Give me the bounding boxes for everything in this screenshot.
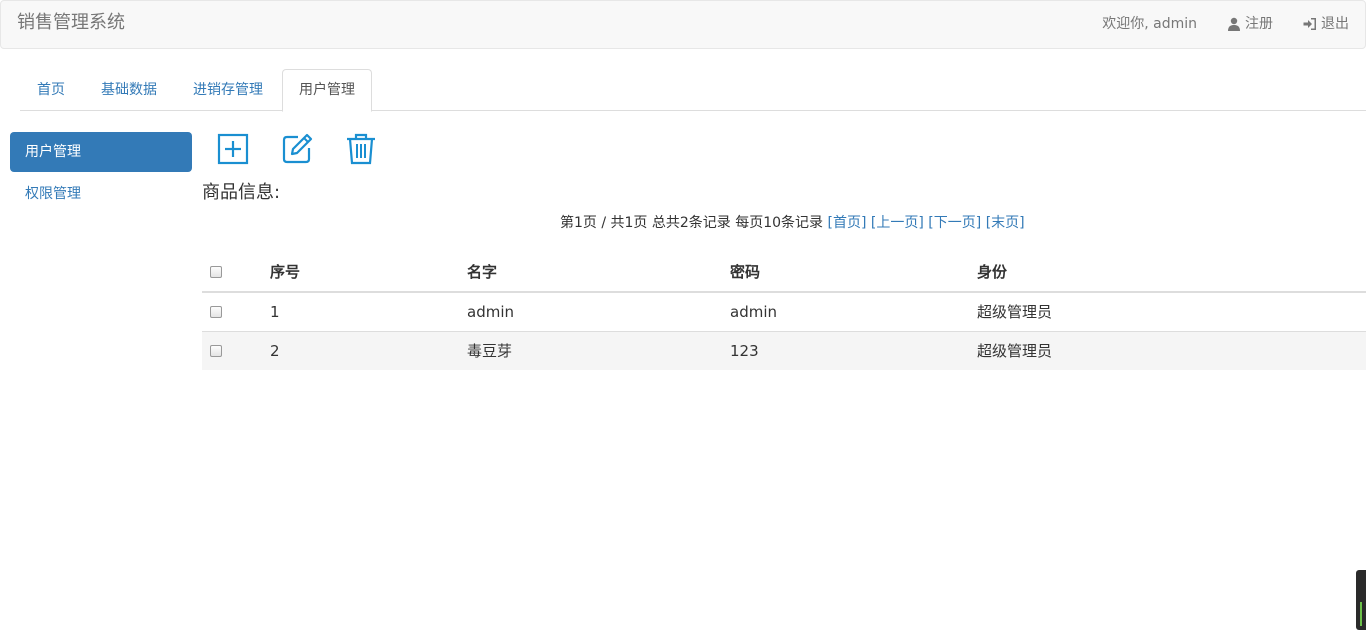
tab-basic-data[interactable]: 基础数据 [84,69,174,111]
sidebar-item-users[interactable]: 用户管理 [10,132,192,172]
user-icon [1228,17,1240,31]
welcome-text: 欢迎你, admin [1102,15,1197,33]
user-table-container: 序号 名字 密码 身份 1 admin admin 超级管理员 2 毒豆芽 12… [202,252,1366,370]
welcome-label: 欢迎你, admin [1102,16,1197,32]
pager-next-link[interactable]: [下一页] [928,215,981,231]
header-name: 名字 [459,252,722,293]
edit-icon[interactable] [280,132,314,166]
pager-last-link[interactable]: [末页] [986,215,1025,231]
tab-user-management[interactable]: 用户管理 [282,69,372,112]
cell-seq: 2 [262,330,459,370]
table-header-row: 序号 名字 密码 身份 [202,252,1366,293]
add-icon[interactable] [216,132,250,166]
sidebar: 用户管理 权限管理 [10,132,192,216]
main-tabs: 首页 基础数据 进销存管理 用户管理 [20,69,1366,112]
row-checkbox[interactable] [210,345,222,358]
sidebar-item-permissions[interactable]: 权限管理 [10,174,192,214]
cell-name: 毒豆芽 [459,330,722,370]
select-all-checkbox[interactable] [210,266,222,278]
delete-icon[interactable] [344,132,378,166]
floating-widget[interactable] [1356,570,1366,630]
tab-inventory[interactable]: 进销存管理 [176,69,280,111]
cell-seq: 1 [262,291,459,331]
app-brand[interactable]: 销售管理系统 [17,12,125,34]
logout-link[interactable]: 退出 [1303,15,1349,33]
cell-name: admin [459,291,722,331]
widget-indicator [1360,602,1362,626]
tab-home[interactable]: 首页 [20,69,82,111]
section-title: 商品信息: [202,182,281,203]
cell-password: admin [722,291,969,331]
header-seq: 序号 [262,252,459,293]
login-icon [1303,18,1316,30]
top-navbar: 销售管理系统 欢迎你, admin 注册 退出 [0,0,1366,49]
header-password: 密码 [722,252,969,293]
cell-role: 超级管理员 [969,330,1366,370]
cell-role: 超级管理员 [969,291,1366,331]
header-select-all-cell [202,252,262,293]
row-checkbox-cell [202,330,262,370]
pager-prev-link[interactable]: [上一页] [871,215,924,231]
toolbar [216,132,408,166]
header-role: 身份 [969,252,1366,293]
table-row: 2 毒豆芽 123 超级管理员 [202,330,1366,370]
user-table: 序号 名字 密码 身份 1 admin admin 超级管理员 2 毒豆芽 12… [202,252,1366,370]
logout-label: 退出 [1321,16,1349,32]
row-checkbox-cell [202,291,262,331]
table-row: 1 admin admin 超级管理员 [202,291,1366,331]
pager-first-link[interactable]: [首页] [828,215,867,231]
row-checkbox[interactable] [210,306,222,319]
pagination: 第1页 / 共1页 总共2条记录 每页10条记录 [首页] [上一页] [下一页… [560,214,1025,232]
navbar-right: 欢迎你, admin 注册 退出 [1072,15,1349,33]
cell-password: 123 [722,330,969,370]
register-label: 注册 [1245,16,1273,32]
register-link[interactable]: 注册 [1227,15,1273,33]
pager-info: 第1页 / 共1页 总共2条记录 每页10条记录 [560,215,824,231]
